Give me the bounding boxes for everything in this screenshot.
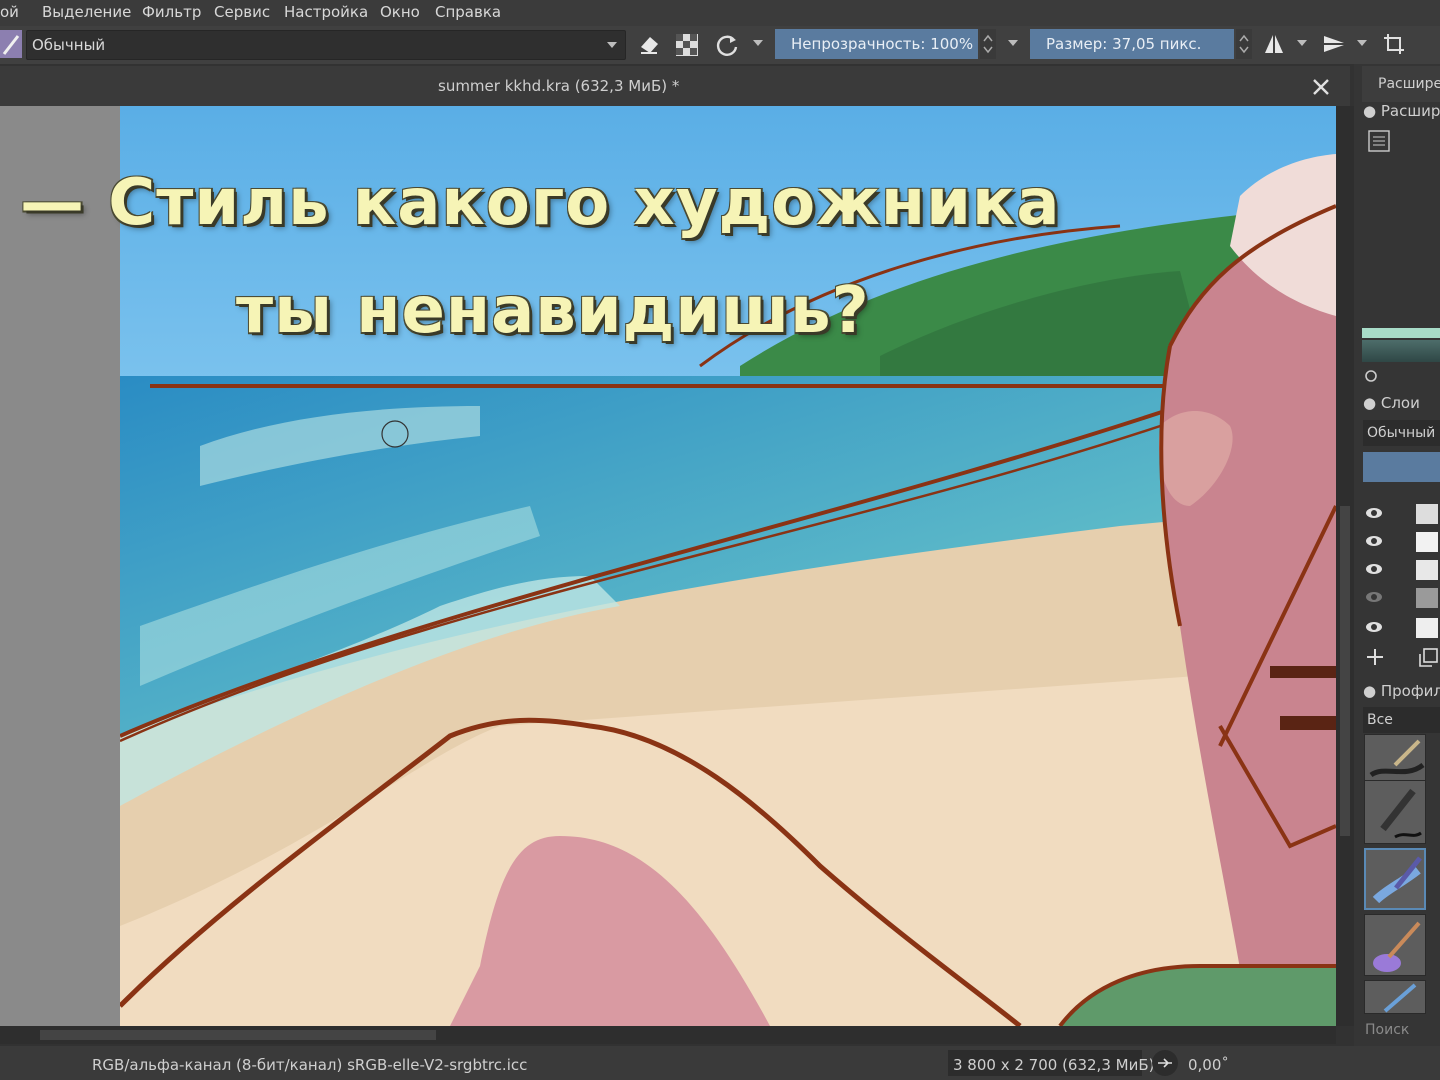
chevron-down-icon xyxy=(607,42,617,48)
opacity-slider[interactable]: Непрозрачность: 100% xyxy=(775,29,978,59)
horizontal-scrollbar[interactable] xyxy=(0,1026,1336,1044)
document-title: summer kkhd.kra (632,3 МиБ) * xyxy=(438,77,680,95)
layer-thumbnail xyxy=(1416,532,1438,552)
vertical-scrollbar[interactable] xyxy=(1336,106,1354,1026)
color-selector-settings-icon[interactable] xyxy=(1368,130,1390,152)
eraser-icon[interactable] xyxy=(638,32,660,56)
visibility-eye-icon[interactable] xyxy=(1366,536,1382,546)
advanced-color-title[interactable]: ● Расшир xyxy=(1363,102,1440,120)
chevron-down-icon[interactable] xyxy=(1008,40,1018,46)
menu-tools[interactable]: Сервис xyxy=(214,3,270,21)
reload-icon[interactable] xyxy=(714,32,740,58)
color-history-strip[interactable] xyxy=(1362,328,1440,338)
panel-collapse-icon: ● xyxy=(1363,682,1377,700)
brush-preset-tile[interactable] xyxy=(1364,914,1426,976)
menu-layer[interactable]: ой xyxy=(0,3,19,21)
rotation-reset-button[interactable] xyxy=(1152,1050,1178,1076)
layer-row[interactable] xyxy=(1364,616,1440,642)
chevron-down-icon[interactable] xyxy=(1297,40,1307,46)
layer-row[interactable] xyxy=(1364,502,1440,528)
menu-settings[interactable]: Настройка xyxy=(284,3,368,21)
mirror-vertical-icon[interactable] xyxy=(1322,32,1346,56)
mirror-horizontal-icon[interactable] xyxy=(1262,32,1286,56)
size-stepper[interactable] xyxy=(1236,29,1252,59)
alpha-lock-icon[interactable] xyxy=(676,34,698,56)
brush-size-slider[interactable]: Размер: 37,05 пикс. xyxy=(1030,29,1234,59)
layer-thumbnail xyxy=(1416,588,1438,608)
color-profile-info: RGB/альфа-канал (8-бит/канал) sRGB-elle-… xyxy=(92,1056,528,1074)
layers-panel-title[interactable]: ● Слои xyxy=(1363,394,1420,412)
status-bar: RGB/альфа-канал (8-бит/канал) sRGB-elle-… xyxy=(0,1046,1440,1080)
tool-options-bar: Обычный Непрозрачность: 100% Размер: 37,… xyxy=(0,26,1440,64)
brush-preset-tile[interactable] xyxy=(1364,980,1426,1014)
panel-collapse-icon: ● xyxy=(1363,394,1377,412)
brush-search-input[interactable]: Поиск xyxy=(1365,1022,1409,1038)
menu-filter[interactable]: Фильтр xyxy=(142,3,201,21)
brush-preset-icon[interactable] xyxy=(0,30,22,58)
selected-layer-row[interactable] xyxy=(1363,452,1440,482)
color-gradient-strip[interactable] xyxy=(1362,340,1440,362)
panel-collapse-icon: ● xyxy=(1363,102,1377,120)
menu-select[interactable]: Выделение xyxy=(42,3,131,21)
opacity-stepper[interactable] xyxy=(980,29,996,59)
layer-thumbnail xyxy=(1416,618,1438,638)
canvas-area[interactable]: — Стиль какого художника ты ненавидишь? xyxy=(0,106,1336,1026)
menu-help[interactable]: Справка xyxy=(435,3,501,21)
menu-window[interactable]: Окно xyxy=(380,3,420,21)
layer-row[interactable] xyxy=(1364,586,1440,612)
layer-thumbnail xyxy=(1416,560,1438,580)
brush-presets-title[interactable]: ● Профил xyxy=(1363,682,1440,700)
layer-row[interactable] xyxy=(1364,558,1440,584)
layer-thumbnail xyxy=(1416,504,1438,524)
canvas-artwork[interactable] xyxy=(120,106,1336,1026)
brush-preset-tile-selected[interactable] xyxy=(1364,848,1426,910)
visibility-eye-icon[interactable] xyxy=(1366,592,1382,602)
right-docker: Расшире ● Расшир ● Слои Обычный ● Профил… xyxy=(1354,64,1440,1046)
scroll-thumb[interactable] xyxy=(1340,506,1350,836)
layer-row[interactable] xyxy=(1364,530,1440,556)
blend-mode-select[interactable]: Обычный xyxy=(26,30,626,60)
layer-blend-mode-select[interactable]: Обычный xyxy=(1363,420,1440,446)
brush-tag-filter[interactable]: Все xyxy=(1363,707,1440,733)
menu-bar: ой Выделение Фильтр Сервис Настройка Окн… xyxy=(0,0,1440,26)
visibility-eye-icon[interactable] xyxy=(1366,508,1382,518)
caption-line-2: ты ненавидишь? xyxy=(236,274,870,348)
rotation-angle: 0,00˚ xyxy=(1188,1056,1229,1074)
visibility-eye-icon[interactable] xyxy=(1366,564,1382,574)
caption-line-1: — Стиль какого художника xyxy=(20,166,1061,240)
brush-preset-tile[interactable] xyxy=(1364,780,1426,844)
visibility-eye-icon[interactable] xyxy=(1366,622,1382,632)
add-layer-icon[interactable] xyxy=(1366,648,1384,666)
crop-icon[interactable] xyxy=(1382,32,1406,56)
image-dimensions: 3 800 x 2 700 (632,3 МиБ) xyxy=(953,1056,1155,1074)
scroll-thumb[interactable] xyxy=(40,1030,436,1040)
duplicate-layer-icon[interactable] xyxy=(1418,648,1438,668)
document-tab[interactable]: summer kkhd.kra (632,3 МиБ) * xyxy=(0,66,1350,106)
docker-tab[interactable]: Расшире xyxy=(1362,66,1440,102)
refresh-icon[interactable] xyxy=(1364,368,1378,382)
blend-mode-value: Обычный xyxy=(32,36,106,54)
close-icon[interactable] xyxy=(1312,78,1330,96)
chevron-down-icon[interactable] xyxy=(1357,40,1367,46)
chevron-down-icon[interactable] xyxy=(753,40,763,46)
